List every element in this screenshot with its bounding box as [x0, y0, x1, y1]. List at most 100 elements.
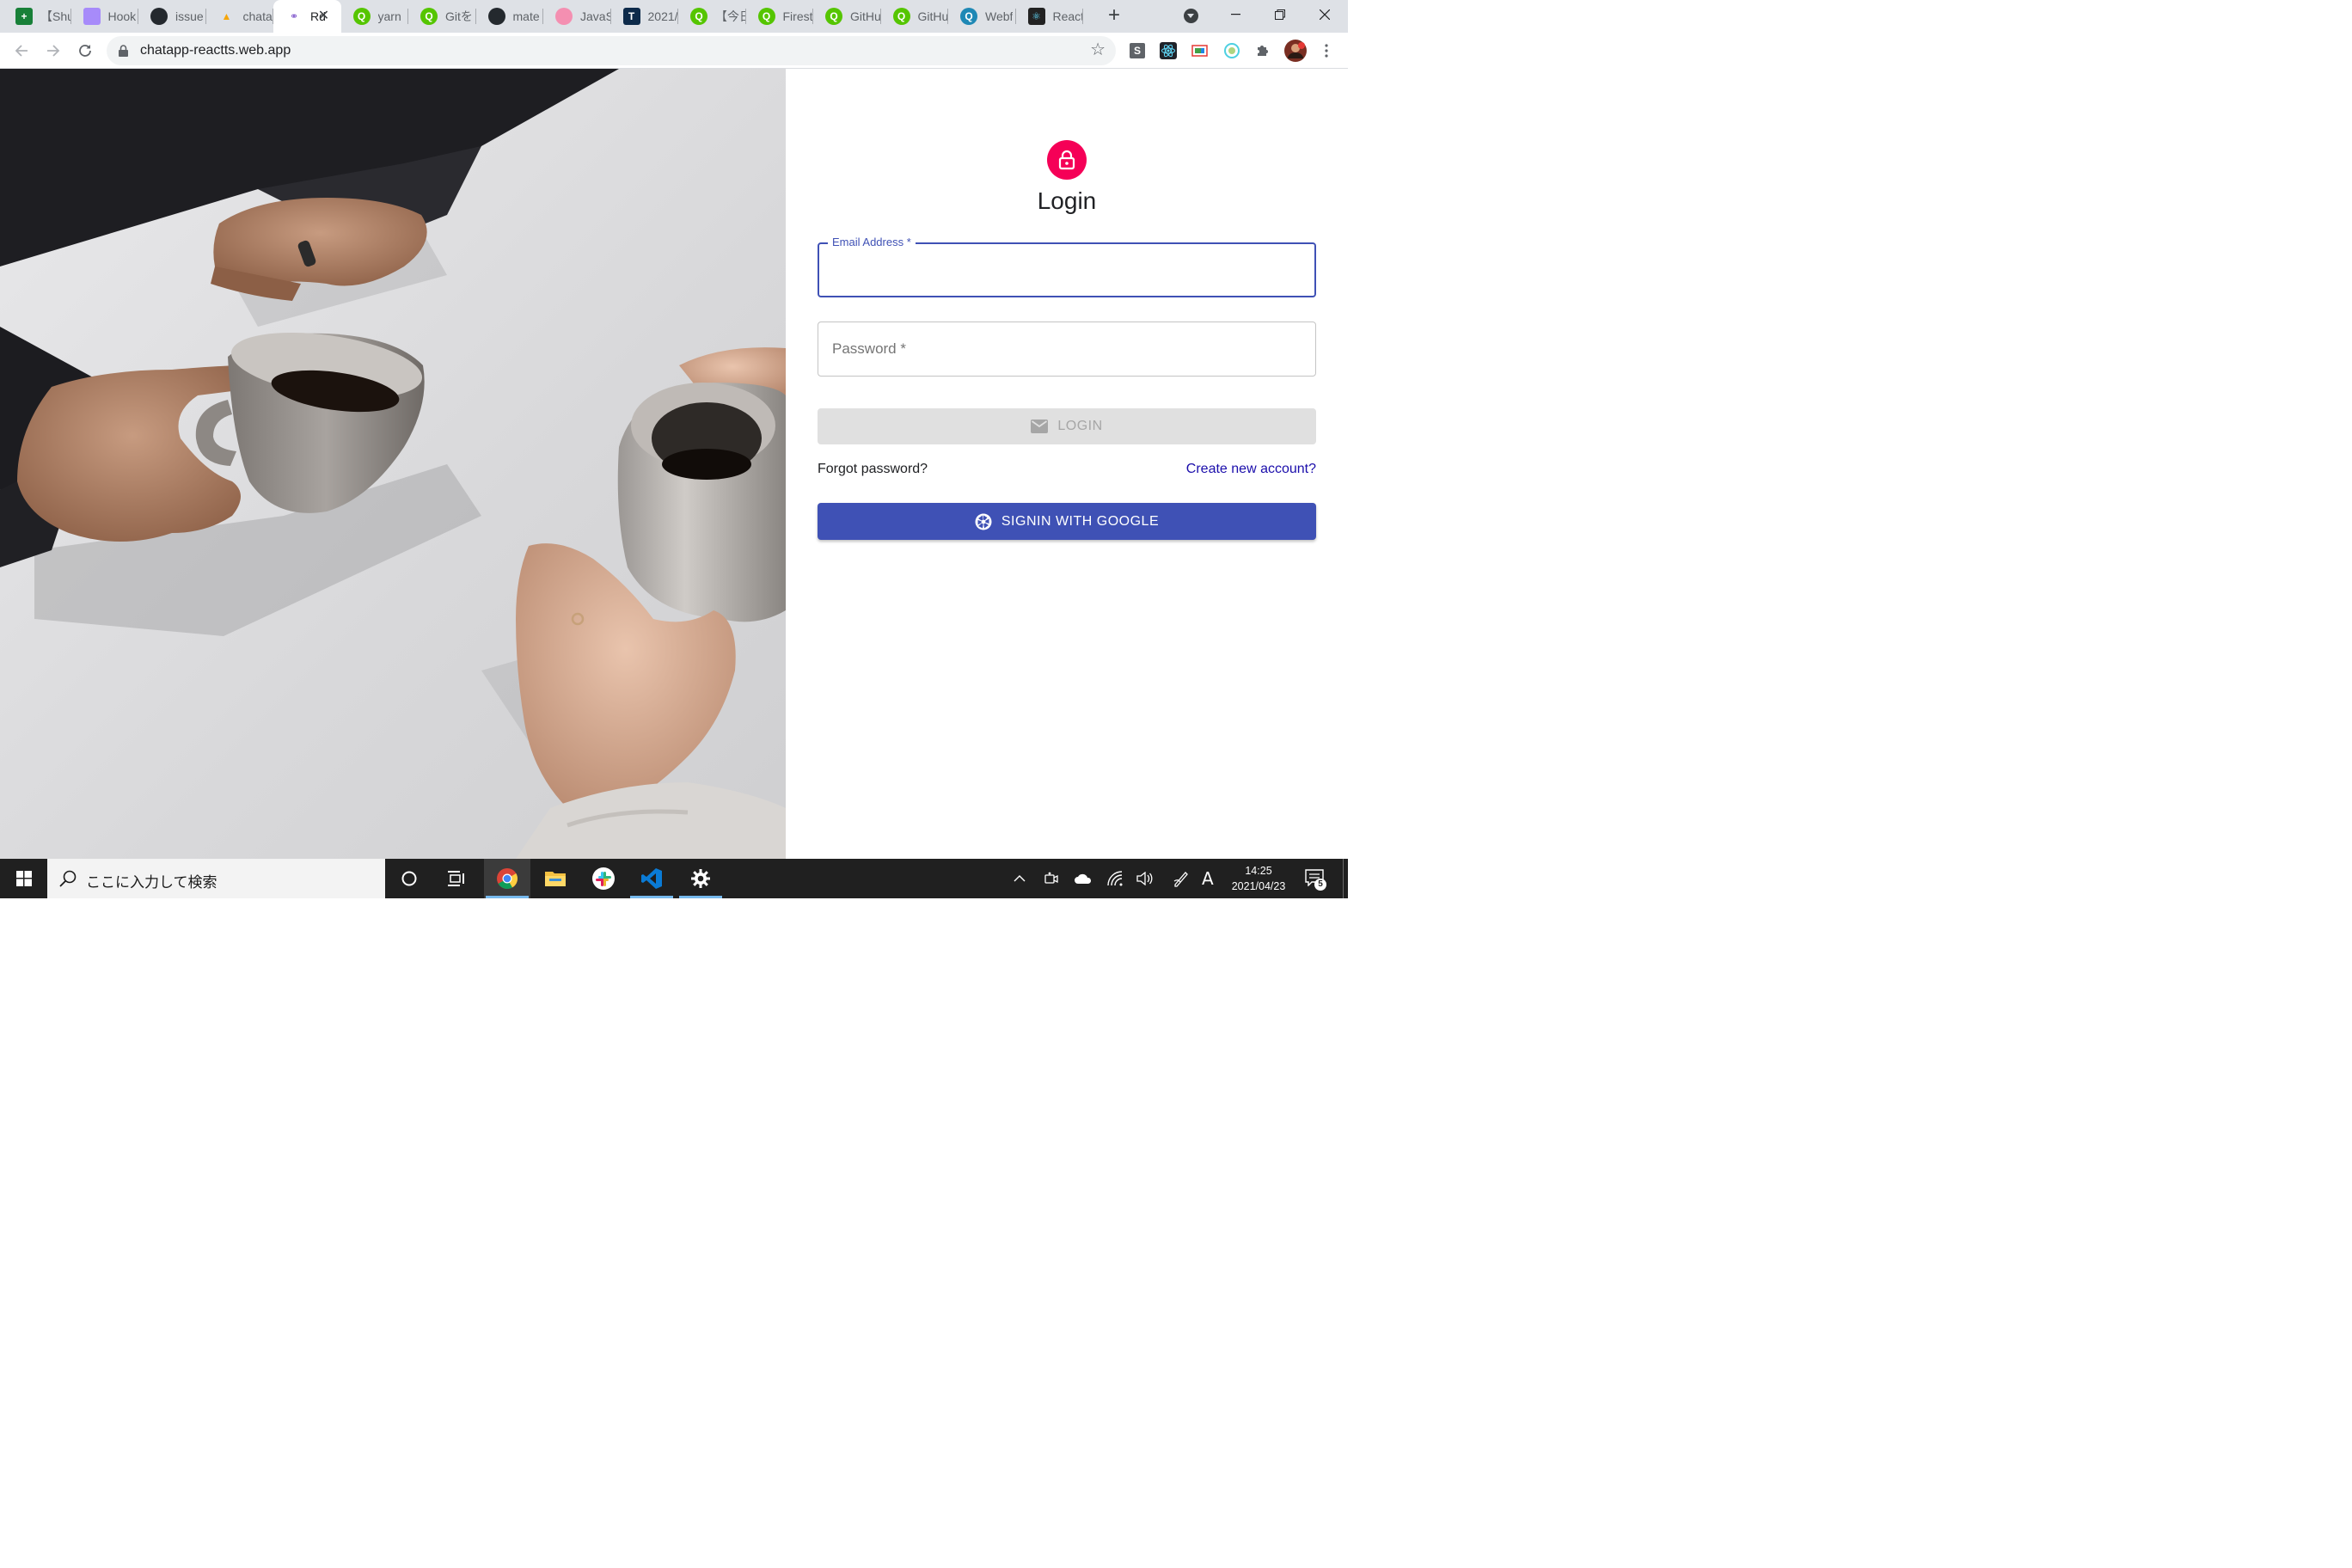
restore-icon	[1275, 9, 1285, 20]
browser-tab[interactable]: mate	[476, 0, 543, 33]
s-extension-icon: S	[1130, 43, 1145, 58]
taskbar-file-explorer[interactable]	[532, 859, 579, 898]
back-arrow-icon	[15, 45, 28, 57]
browser-tab[interactable]: Q Gitを	[408, 0, 476, 33]
browser-tab[interactable]: Q 【今日	[678, 0, 746, 33]
new-tab-button[interactable]: +	[1103, 5, 1125, 27]
extension-color[interactable]	[1223, 42, 1240, 59]
browser-tab[interactable]: Q Webf	[948, 0, 1016, 33]
extension-cast[interactable]	[1191, 42, 1209, 59]
password-input[interactable]	[818, 322, 1315, 376]
browser-tab[interactable]: ⚭ Rd ✕	[273, 0, 341, 33]
react-router-icon: ⚭	[289, 10, 299, 22]
github-icon	[150, 8, 168, 25]
back-button[interactable]	[9, 39, 34, 63]
browser-tab[interactable]: T 2021/	[611, 0, 678, 33]
system-clock[interactable]: 14:25 2021/04/23	[1224, 863, 1293, 894]
tab-separator	[1082, 9, 1083, 24]
kebab-menu-icon	[1325, 44, 1328, 58]
taskbar-search-placeholder: ここに入力して検索	[86, 874, 217, 891]
lock-avatar	[1047, 140, 1087, 180]
taskbar-chrome[interactable]	[484, 859, 530, 898]
forward-button[interactable]	[41, 39, 65, 63]
lock-outline-icon	[1058, 150, 1075, 170]
qiita-icon: Q	[690, 8, 707, 25]
password-field[interactable]: Password *	[818, 322, 1316, 377]
tab-search-button[interactable]	[1184, 9, 1198, 23]
tab-title: 2021/	[647, 9, 678, 23]
tray-pen[interactable]	[1170, 859, 1192, 898]
github-icon	[487, 8, 505, 25]
tab-title: Hook	[107, 9, 137, 23]
browser-tab[interactable]: Qyarn	[341, 0, 408, 33]
close-tab-icon[interactable]: ✕	[315, 8, 333, 25]
extensions-button[interactable]	[1254, 42, 1271, 59]
browser-tab[interactable]: ▲ chata	[206, 0, 273, 33]
address-bar[interactable]: chatapp-reactts.web.app ☆	[107, 36, 1116, 65]
browser-tab[interactable]: Hook	[71, 0, 138, 33]
notification-count-badge: 5	[1314, 879, 1326, 891]
folder-icon	[545, 872, 566, 886]
tray-meet-now[interactable]	[1041, 859, 1062, 898]
qiita-icon: Q	[757, 8, 775, 25]
profile-avatar[interactable]	[1284, 40, 1307, 62]
email-input[interactable]	[819, 244, 1314, 296]
tab-title: chata	[242, 9, 273, 23]
tab-title: issue	[175, 9, 204, 23]
taskbar-slack[interactable]	[580, 859, 627, 898]
browser-tab[interactable]: + 【Shu	[3, 0, 71, 33]
reload-button[interactable]	[73, 39, 97, 63]
task-view-button[interactable]	[433, 859, 480, 898]
google-signin-label: SIGNIN WITH GOOGLE	[1001, 513, 1160, 529]
ime-mode-indicator[interactable]: A	[1202, 868, 1214, 889]
tab-title: GitHu	[850, 9, 881, 23]
taskbar-search-box[interactable]: ここに入力して検索	[47, 859, 385, 898]
login-button-label: LOGIN	[1057, 419, 1103, 433]
browser-tab[interactable]: ⚛ React	[1016, 0, 1084, 33]
google-signin-button[interactable]: SIGNIN WITH GOOGLE	[818, 503, 1316, 540]
browser-tab[interactable]: Q GitHu	[881, 0, 948, 33]
start-button[interactable]	[0, 859, 47, 898]
tab-title: React	[1052, 9, 1084, 23]
url-text: chatapp-reactts.web.app	[140, 43, 291, 58]
restore-button[interactable]	[1258, 0, 1302, 29]
cortana-circle-icon	[401, 871, 417, 886]
tray-volume[interactable]	[1134, 859, 1156, 898]
sheets-icon: +	[15, 8, 33, 25]
windows-logo-icon	[15, 871, 32, 886]
minimize-button[interactable]	[1213, 0, 1258, 29]
q-icon: Q	[960, 8, 977, 25]
close-window-button[interactable]	[1302, 0, 1347, 29]
show-hidden-icons-button[interactable]	[1009, 859, 1030, 898]
tab-title: 【今日	[715, 9, 746, 23]
email-field[interactable]: Email Address *	[818, 236, 1316, 297]
browser-tab[interactable]: Q GitHu	[813, 0, 881, 33]
pen-ink-icon	[1173, 872, 1188, 887]
tray-network[interactable]	[1105, 859, 1127, 898]
firebase-icon: ▲	[221, 10, 232, 22]
cortana-button[interactable]	[386, 859, 432, 898]
camera-shutter-icon	[975, 513, 992, 530]
browser-tab[interactable]: issue	[138, 0, 206, 33]
slack-icon	[592, 867, 615, 890]
show-desktop-button[interactable]	[1343, 859, 1344, 898]
browser-tab[interactable]: Q Firest	[746, 0, 813, 33]
tab-title: mate	[512, 9, 540, 23]
qiita-icon: Q	[825, 8, 842, 25]
login-button[interactable]: LOGIN	[818, 408, 1316, 444]
task-view-icon	[448, 871, 464, 886]
taskbar-vscode[interactable]	[628, 859, 675, 898]
tab-strip: + 【Shu Hook issue ▲ chata ⚭ Rd ✕ Qyarn Q Gitを mate Ja…	[0, 0, 1348, 33]
tray-onedrive[interactable]	[1072, 859, 1094, 898]
create-account-link[interactable]: Create new account?	[1186, 462, 1316, 477]
speaker-icon	[1136, 872, 1153, 885]
browser-tab[interactable]: JavaS	[543, 0, 611, 33]
extension-react-devtools[interactable]	[1160, 42, 1177, 59]
forgot-password-link[interactable]: Forgot password?	[818, 462, 928, 477]
browser-menu-button[interactable]	[1318, 42, 1335, 59]
notion-icon	[83, 8, 101, 25]
jsprimer-icon	[555, 8, 573, 25]
bookmark-star-icon[interactable]: ☆	[1090, 41, 1106, 58]
extension-s[interactable]: S	[1129, 42, 1146, 59]
taskbar-settings[interactable]	[677, 859, 724, 898]
